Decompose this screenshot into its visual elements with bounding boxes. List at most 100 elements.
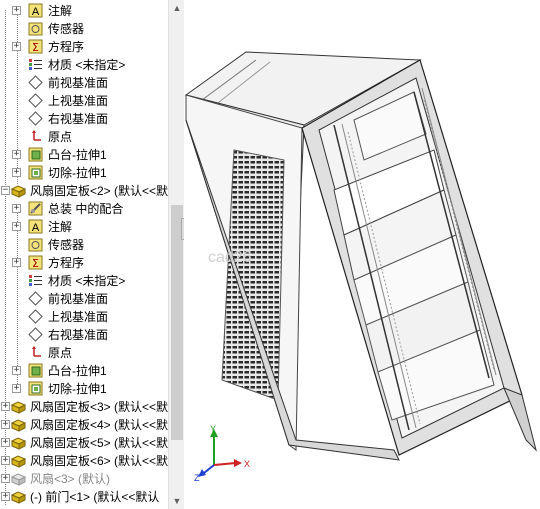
expand-toggle[interactable]: + <box>1 438 10 447</box>
tree-item-label: 上视基准面 <box>48 94 109 108</box>
part-icon <box>11 491 26 504</box>
expand-toggle[interactable]: + <box>1 492 10 501</box>
tree-item-fan-plate-2[interactable]: − 风扇固定板<2> (默认<<默 <box>0 182 168 200</box>
tree-item-cut-extrude[interactable]: + 切除-拉伸1 <box>0 164 168 182</box>
equation-icon: Σ <box>28 255 43 270</box>
tree-item-label: 风扇固定板<3> (默认<<默 <box>30 400 168 414</box>
expand-toggle[interactable]: + <box>12 258 21 267</box>
triad-x-label: X <box>244 459 250 469</box>
tree-item-fan-plate-5[interactable]: + 风扇固定板<5> (默认<<默 <box>0 434 168 452</box>
watermark-text: cad26 <box>208 249 252 266</box>
plane-icon <box>28 309 43 324</box>
tree-item-label: 方程序 <box>48 256 85 270</box>
tree-item-label: 方程序 <box>48 40 85 54</box>
graphics-viewport[interactable]: cad26 Y X Z <box>184 0 540 509</box>
expand-toggle[interactable]: + <box>12 222 21 231</box>
scroll-up-arrow-icon[interactable]: ▲ <box>169 0 185 16</box>
expand-toggle[interactable]: + <box>12 384 21 393</box>
tree-item-front-door-1[interactable]: + (-) 前门<1> (默认<<默认 <box>0 488 168 506</box>
tree-item-annotations[interactable]: + A 注解 <box>0 2 168 20</box>
tree-item-label: 材质 <未指定> <box>48 274 126 288</box>
tree-item-boss-extrude[interactable]: + 凸台-拉伸1 <box>0 146 168 164</box>
tree-item-top-plane[interactable]: 上视基准面 <box>0 92 168 110</box>
origin-icon <box>32 346 41 357</box>
tree-item-label: 切除-拉伸1 <box>48 382 107 396</box>
tree-scrollbar[interactable]: ▲ ▼ <box>168 0 184 509</box>
expand-toggle[interactable]: + <box>12 366 21 375</box>
tree-item-top-plane[interactable]: 上视基准面 <box>0 308 168 326</box>
tree-item-label: 总装 中的配合 <box>48 202 124 216</box>
part-icon <box>11 455 26 468</box>
tree-item-label: 前视基准面 <box>48 292 109 306</box>
tree-item-label: 右视基准面 <box>48 112 109 126</box>
tree-item-origin[interactable]: 原点 <box>0 344 168 362</box>
tree-item-front-plane[interactable]: 前视基准面 <box>0 290 168 308</box>
tree-item-label: 风扇固定板<5> (默认<<默 <box>30 436 168 450</box>
tree-item-fan-3[interactable]: + 风扇<3> (默认) <box>0 470 168 488</box>
part-icon <box>11 185 26 198</box>
tree-item-label: 原点 <box>48 130 73 144</box>
expand-toggle[interactable]: + <box>12 6 21 15</box>
tree-item-label: 前视基准面 <box>48 76 109 90</box>
part-icon <box>11 401 26 414</box>
plane-icon <box>28 291 43 306</box>
extrude-cut-icon <box>28 165 43 180</box>
expand-toggle[interactable]: + <box>12 168 21 177</box>
expand-toggle[interactable]: + <box>12 204 21 213</box>
tree-item-right-plane[interactable]: 右视基准面 <box>0 326 168 344</box>
part-icon <box>11 419 26 432</box>
extrude-boss-icon <box>28 363 43 378</box>
tree-item-label: 上视基准面 <box>48 310 109 324</box>
plane-icon <box>28 111 43 126</box>
tree-item-annotations[interactable]: + A 注解 <box>0 218 168 236</box>
tree-item-equations[interactable]: + Σ 方程序 <box>0 254 168 272</box>
plane-icon <box>28 327 43 342</box>
sensor-icon <box>28 22 43 36</box>
collapse-toggle[interactable]: − <box>1 186 10 195</box>
annotation-icon: A <box>28 3 43 18</box>
material-icon <box>29 275 42 286</box>
material-icon <box>29 59 42 70</box>
plane-icon <box>28 75 43 90</box>
tree-item-label: 传感器 <box>48 238 85 252</box>
expand-toggle[interactable]: + <box>1 456 10 465</box>
tree-item-label: 注解 <box>48 4 73 18</box>
tree-item-sensors[interactable]: 传感器 <box>0 236 168 254</box>
tree-item-right-plane[interactable]: 右视基准面 <box>0 110 168 128</box>
tree-item-label: 注解 <box>48 220 73 234</box>
triad-y-label: Y <box>210 425 216 434</box>
expand-toggle[interactable]: + <box>1 474 10 483</box>
tree-item-label: 凸台-拉伸1 <box>48 148 107 162</box>
tree-item-boss-extrude[interactable]: + 凸台-拉伸1 <box>0 362 168 380</box>
tree-item-label: 传感器 <box>48 22 85 36</box>
tree-item-mates[interactable]: + 总装 中的配合 <box>0 200 168 218</box>
scrollbar-thumb[interactable] <box>171 205 183 440</box>
tree-item-fan-plate-6[interactable]: + 风扇固定板<6> (默认<<默 <box>0 452 168 470</box>
tree-item-label: 切除-拉伸1 <box>48 166 107 180</box>
plane-icon <box>28 93 43 108</box>
feature-manager-tree: + A 注解 传感器 + Σ 方程序 材质 <未指定> 前视基准面 上视基准面 … <box>0 0 168 509</box>
svg-text:Σ: Σ <box>32 41 39 54</box>
tree-item-material[interactable]: 材质 <未指定> <box>0 272 168 290</box>
expand-toggle[interactable]: + <box>1 420 10 429</box>
svg-text:A: A <box>32 6 40 18</box>
tree-item-label: 风扇固定板<6> (默认<<默 <box>30 454 168 468</box>
mates-icon <box>28 201 43 216</box>
tree-item-fan-plate-4[interactable]: + 风扇固定板<4> (默认<<默 <box>0 416 168 434</box>
tree-item-cut-extrude[interactable]: + 切除-拉伸1 <box>0 380 168 398</box>
svg-text:Σ: Σ <box>32 257 39 270</box>
tree-item-origin[interactable]: 原点 <box>0 128 168 146</box>
expand-toggle[interactable]: + <box>1 402 10 411</box>
expand-toggle[interactable]: + <box>12 150 21 159</box>
tree-item-front-plane[interactable]: 前视基准面 <box>0 74 168 92</box>
tree-item-label: 风扇<3> (默认) <box>30 472 111 486</box>
annotation-icon: A <box>28 219 43 234</box>
tree-item-sensors[interactable]: 传感器 <box>0 20 168 38</box>
expand-toggle[interactable]: + <box>12 42 21 51</box>
tree-item-equations[interactable]: + Σ 方程序 <box>0 38 168 56</box>
tree-item-fan-plate-3[interactable]: + 风扇固定板<3> (默认<<默 <box>0 398 168 416</box>
tree-item-label: 右视基准面 <box>48 328 109 342</box>
tree-item-material[interactable]: 材质 <未指定> <box>0 56 168 74</box>
sensor-icon <box>28 238 43 252</box>
scroll-down-arrow-icon[interactable]: ▼ <box>169 493 185 509</box>
